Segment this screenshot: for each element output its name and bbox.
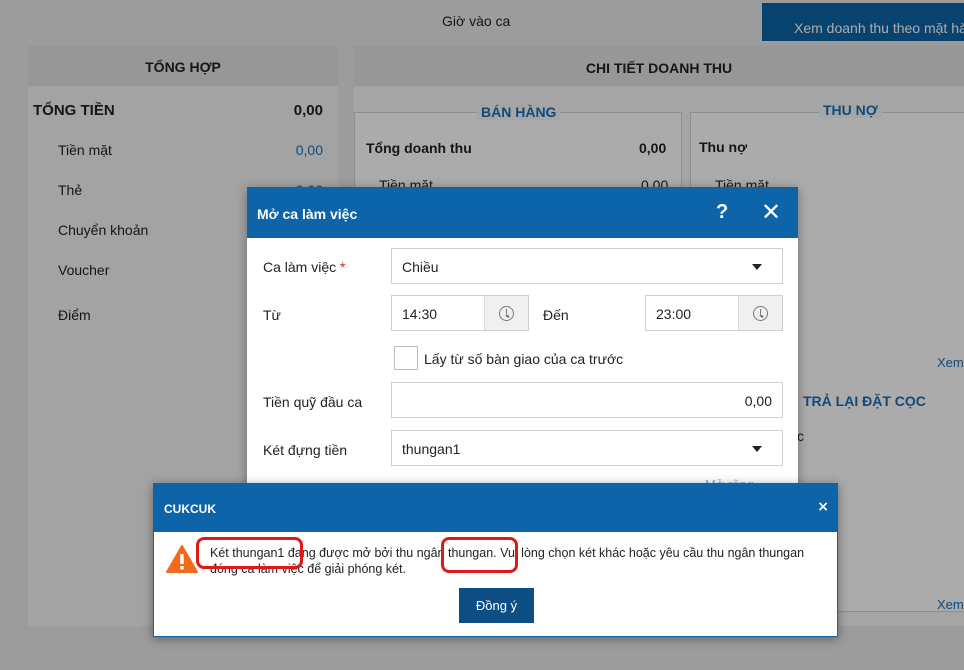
opening-fund-value: 0,00 (744, 393, 772, 409)
alert-close-icon[interactable]: × (817, 499, 829, 515)
from-label: Từ (263, 307, 281, 323)
cash-drawer-label: Két đựng tiền (263, 442, 348, 458)
shift-label-text: Ca làm việc (263, 259, 337, 275)
to-label: Đến (543, 307, 569, 323)
highlight-mark-drawer-name (196, 537, 303, 569)
from-time-picker-button[interactable] (484, 296, 528, 330)
alert-message: Két thungan1 đang được mở bởi thu ngân t… (210, 545, 830, 577)
handover-checkbox[interactable] (394, 346, 418, 370)
cash-drawer-busy-alert: CUKCUK × Két thungan1 đang được mở bởi t… (153, 483, 838, 637)
required-mark: * (340, 259, 346, 275)
shift-select[interactable]: Chiều (391, 248, 783, 284)
ok-button[interactable]: Đồng ý (459, 588, 534, 623)
open-shift-dialog-header: Mở ca làm việc ? ✕ (247, 187, 798, 238)
cash-drawer-select[interactable]: thungan1 (391, 430, 783, 466)
close-icon[interactable]: ✕ (761, 198, 781, 226)
clock-icon (753, 306, 768, 321)
open-shift-dialog-title: Mở ca làm việc (257, 206, 358, 222)
help-icon[interactable]: ? (716, 201, 728, 224)
to-time-value: 23:00 (656, 306, 692, 322)
highlight-mark-cashier-name (441, 537, 518, 573)
opening-fund-input[interactable]: 0,00 (391, 382, 783, 418)
chevron-down-icon (752, 446, 762, 452)
cash-drawer-value: thungan1 (402, 441, 461, 457)
open-shift-dialog: Mở ca làm việc ? ✕ Ca làm việc * Chiều T… (247, 187, 798, 497)
opening-fund-label: Tiền quỹ đầu ca (263, 394, 363, 410)
chevron-down-icon (752, 264, 762, 270)
from-time-field[interactable]: 14:30 (391, 295, 529, 331)
shift-label: Ca làm việc * (263, 259, 345, 275)
alert-message-line-2: đóng ca làm việc để giải phóng két. (210, 562, 406, 576)
alert-header: CUKCUK × (154, 484, 837, 532)
alert-message-line-1: Két thungan1 đang được mở bởi thu ngân t… (210, 546, 805, 560)
warning-icon (166, 545, 198, 573)
alert-title: CUKCUK (164, 502, 216, 516)
from-time-value: 14:30 (402, 306, 438, 322)
handover-checkbox-label[interactable]: Lấy từ số bàn giao của ca trước (424, 351, 623, 367)
clock-icon (499, 306, 514, 321)
to-time-picker-button[interactable] (738, 296, 782, 330)
shift-select-value: Chiều (402, 259, 439, 275)
to-time-field[interactable]: 23:00 (645, 295, 783, 331)
